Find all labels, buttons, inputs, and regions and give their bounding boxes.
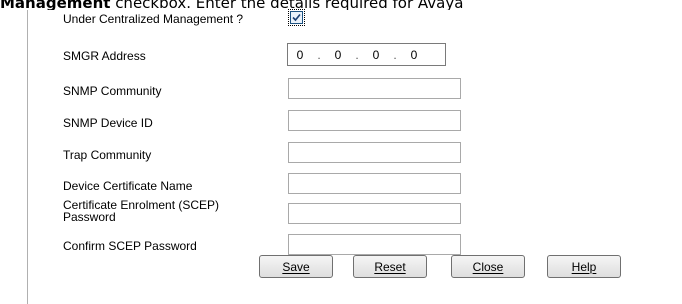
scep-password-label: Certificate Enrolment (SCEP) Password (63, 198, 220, 224)
save-button[interactable]: Save (259, 255, 333, 278)
help-button-label: Help (571, 259, 597, 274)
help-button[interactable]: Help (547, 255, 621, 278)
checkmark-icon (292, 13, 301, 22)
centralized-management-panel: Under Centralized Management ? SMGR Addr… (27, 9, 682, 304)
reset-button-label: Reset (374, 259, 406, 274)
centralized-management-label: Under Centralized Management ? (63, 12, 244, 26)
device-certificate-name-input[interactable] (288, 173, 461, 194)
centralized-management-checkbox[interactable] (288, 9, 305, 26)
ip-separator: . (355, 47, 359, 62)
smgr-octet-1[interactable]: 0 (288, 48, 312, 62)
close-button-label: Close (472, 259, 504, 274)
reset-button[interactable]: Reset (353, 255, 427, 278)
confirm-scep-password-label: Confirm SCEP Password (63, 239, 197, 253)
ip-separator: . (317, 47, 321, 62)
smgr-octet-3[interactable]: 0 (364, 48, 388, 62)
trap-community-input[interactable] (288, 142, 461, 163)
trap-community-label: Trap Community (63, 148, 152, 162)
ip-separator: . (393, 47, 397, 62)
device-certificate-name-label: Device Certificate Name (63, 179, 193, 193)
confirm-scep-password-input[interactable] (288, 234, 461, 255)
smgr-octet-2[interactable]: 0 (326, 48, 350, 62)
scep-password-input[interactable] (288, 203, 461, 224)
snmp-community-label: SNMP Community (63, 84, 162, 98)
snmp-device-id-label: SNMP Device ID (63, 116, 153, 130)
close-button[interactable]: Close (451, 255, 525, 278)
save-button-label: Save (282, 259, 310, 274)
snmp-community-input[interactable] (288, 78, 461, 99)
smgr-octet-4[interactable]: 0 (402, 48, 426, 62)
smgr-address-input[interactable]: 0 . 0 . 0 . 0 (287, 43, 446, 66)
snmp-device-id-input[interactable] (288, 110, 461, 131)
smgr-address-label: SMGR Address (63, 49, 146, 63)
